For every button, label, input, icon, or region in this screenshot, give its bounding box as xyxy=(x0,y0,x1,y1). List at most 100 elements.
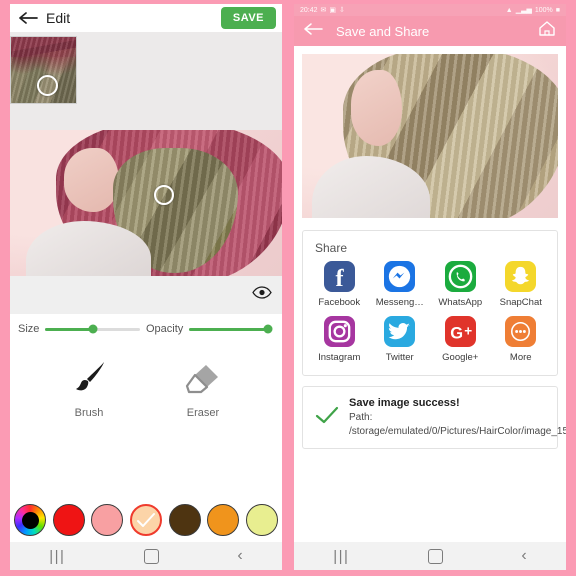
share-item-label: Twitter xyxy=(385,352,414,363)
home-button[interactable] xyxy=(143,548,159,564)
size-slider-label: Size xyxy=(18,323,40,335)
whatsapp-icon[interactable] xyxy=(444,261,476,292)
result-face xyxy=(350,70,402,146)
eraser-tool[interactable]: Eraser xyxy=(172,358,234,419)
share-card: Share f Facebook Messeng… WhatsApp SnapChat I… xyxy=(302,230,558,376)
status-bar-left: 20:42 ✉ ▣ ⇩ xyxy=(300,6,345,15)
share-item-label: SnapChat xyxy=(499,297,542,308)
android-navbar: ||| ‹ xyxy=(10,542,282,570)
mail-icon: ✉ xyxy=(320,7,327,14)
recents-button[interactable]: ||| xyxy=(333,548,349,565)
tool-row: Brush Eraser xyxy=(10,344,282,498)
size-slider-fill xyxy=(45,327,93,331)
share-item-instagram[interactable]: Instagram xyxy=(309,316,370,363)
color-wheel-core xyxy=(21,511,39,529)
svg-text:f: f xyxy=(335,265,344,292)
edit-appbar: Edit SAVE xyxy=(10,4,282,32)
phone-left-edit: Edit SAVE Size Opacity Brush Eraser ||| … xyxy=(0,0,288,576)
brush-tool[interactable]: Brush xyxy=(58,358,120,419)
color-palette xyxy=(10,498,282,542)
share-item-google[interactable]: G + Google+ xyxy=(430,316,491,363)
recents-button[interactable]: ||| xyxy=(49,548,65,565)
brush-icon xyxy=(76,362,104,391)
share-card-title: Share xyxy=(315,241,348,255)
share-item-label: More xyxy=(509,352,532,363)
result-image-pad xyxy=(294,46,566,218)
share-screen-filler xyxy=(294,449,566,542)
back-arrow-icon[interactable] xyxy=(16,6,42,30)
facebook-icon[interactable]: f xyxy=(323,261,355,292)
color-swatch-pale-yellow[interactable] xyxy=(245,504,278,536)
opacity-slider-fill xyxy=(189,327,268,331)
opacity-slider[interactable] xyxy=(189,324,273,334)
back-button[interactable]: ‹ xyxy=(521,547,526,565)
opacity-slider-label: Opacity xyxy=(146,323,184,335)
wifi-icon: ▲ xyxy=(505,6,513,14)
share-appbar: Save and Share xyxy=(294,16,566,46)
eraser-icon xyxy=(185,365,218,394)
eye-icon[interactable] xyxy=(252,286,272,304)
share-item-label: Facebook xyxy=(318,297,361,308)
brush-tool-label: Brush xyxy=(74,407,104,419)
two-phone-screenshots: Edit SAVE Size Opacity Brush Eraser ||| … xyxy=(0,0,576,576)
battery-level: 100% xyxy=(534,6,553,14)
share-item-snapchat[interactable]: SnapChat xyxy=(491,261,552,308)
share-screen: 20:42 ✉ ▣ ⇩ ▲ ▁▃▅ 100% ■ Save and Share xyxy=(294,4,566,570)
color-swatch-peach[interactable] xyxy=(129,504,162,536)
instagram-icon[interactable] xyxy=(323,316,355,347)
android-navbar: ||| ‹ xyxy=(294,542,566,570)
home-icon[interactable] xyxy=(538,20,556,42)
back-arrow-icon[interactable] xyxy=(304,22,324,41)
share-item-whatsapp[interactable]: WhatsApp xyxy=(430,261,491,308)
snapchat-icon[interactable] xyxy=(505,261,537,292)
share-app-grid: f Facebook Messeng… WhatsApp SnapChat Instagr… xyxy=(303,257,557,375)
download-icon: ⇩ xyxy=(339,7,345,14)
signal-icon: ▁▃▅ xyxy=(515,7,532,14)
eraser-tool-label: Eraser xyxy=(186,407,220,419)
magnifier-strip xyxy=(10,32,282,130)
status-bar: 20:42 ✉ ▣ ⇩ ▲ ▁▃▅ 100% ■ xyxy=(294,4,566,16)
save-button[interactable]: SAVE xyxy=(220,7,276,29)
share-item-messeng[interactable]: Messeng… xyxy=(370,261,431,308)
battery-icon: ■ xyxy=(555,6,560,14)
page-title: Edit xyxy=(46,10,71,26)
model-face xyxy=(64,147,119,212)
back-button[interactable]: ‹ xyxy=(237,547,242,565)
more-icon[interactable] xyxy=(505,316,537,347)
phone-right-share: 20:42 ✉ ▣ ⇩ ▲ ▁▃▅ 100% ■ Save and Share xyxy=(288,0,576,576)
googleplus-icon[interactable]: G + xyxy=(444,316,476,347)
share-item-label: Google+ xyxy=(442,352,479,363)
status-time: 20:42 xyxy=(300,6,318,14)
edit-screen: Edit SAVE Size Opacity Brush Eraser ||| … xyxy=(10,4,282,570)
result-image xyxy=(302,54,558,218)
color-swatch-dark-brown[interactable] xyxy=(168,504,201,536)
color-swatch-red[interactable] xyxy=(52,504,85,536)
color-swatch-orange[interactable] xyxy=(207,504,240,536)
slider-row: Size Opacity xyxy=(10,314,282,344)
save-success-path: Path: /storage/emulated/0/Pictures/HairC… xyxy=(349,412,566,437)
share-item-label: WhatsApp xyxy=(438,297,483,308)
color-swatch-color-wheel[interactable] xyxy=(14,504,46,536)
size-slider-group: Size xyxy=(18,323,146,335)
opacity-slider-knob[interactable] xyxy=(263,324,273,334)
share-item-label: Instagram xyxy=(318,352,361,363)
svg-text:+: + xyxy=(464,323,472,338)
svg-text:G: G xyxy=(450,324,463,342)
share-item-more[interactable]: More xyxy=(491,316,552,363)
home-button[interactable] xyxy=(427,548,443,564)
save-success-text: Save image success! Path: /storage/emula… xyxy=(349,397,566,438)
share-item-facebook[interactable]: f Facebook xyxy=(309,261,370,308)
check-icon xyxy=(136,513,155,527)
messenger-icon[interactable] xyxy=(384,261,416,292)
twitter-icon[interactable] xyxy=(384,316,416,347)
photo-icon: ▣ xyxy=(329,7,337,14)
size-slider-knob[interactable] xyxy=(88,324,98,334)
preview-toggle-strip xyxy=(10,276,282,314)
color-swatch-pink[interactable] xyxy=(91,504,124,536)
brush-cursor xyxy=(37,75,58,96)
size-slider[interactable] xyxy=(45,324,140,334)
photo-canvas[interactable] xyxy=(10,130,282,276)
share-item-twitter[interactable]: Twitter xyxy=(370,316,431,363)
save-success-title: Save image success! xyxy=(349,397,460,409)
check-icon xyxy=(315,405,339,430)
